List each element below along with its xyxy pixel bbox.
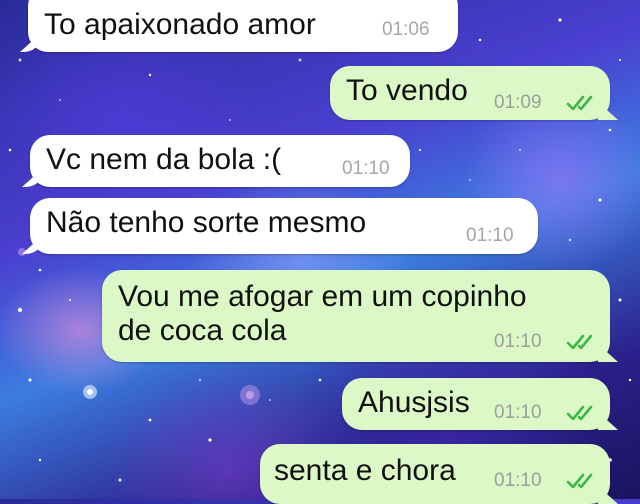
message-text: senta e chora xyxy=(274,454,456,487)
message-bubble-incoming[interactable]: Vc nem da bola :( 01:10 xyxy=(30,135,410,187)
message-time: 01:10 xyxy=(494,470,542,491)
message-text: Vc nem da bola :( xyxy=(46,143,282,176)
message-bubble-outgoing[interactable]: Ahusjsis 01:10 xyxy=(342,378,610,430)
message-bubble-incoming[interactable]: Não tenho sorte mesmo 01:10 xyxy=(30,198,538,254)
message-time: 01:09 xyxy=(494,92,542,113)
message-bubble-outgoing[interactable]: To vendo 01:09 xyxy=(330,66,610,120)
message-text: Vou me afogar em um copinho de coca cola xyxy=(118,280,527,347)
message-bubble-outgoing[interactable]: senta e chora 01:10 xyxy=(260,444,610,504)
message-text: To vendo xyxy=(346,74,468,107)
message-time: 01:10 xyxy=(494,331,542,352)
message-time: 01:10 xyxy=(466,225,514,246)
message-text: Não tenho sorte mesmo xyxy=(46,206,367,239)
double-check-icon xyxy=(566,405,593,421)
double-check-icon xyxy=(566,473,593,489)
message-time: 01:10 xyxy=(342,158,390,179)
message-time: 01:10 xyxy=(494,402,542,423)
message-text: To apaixonado amor xyxy=(44,8,316,41)
message-bubble-incoming[interactable]: To apaixonado amor 01:06 xyxy=(28,0,458,52)
message-text: Ahusjsis xyxy=(358,386,470,419)
message-time: 01:06 xyxy=(382,19,430,40)
double-check-icon xyxy=(566,95,593,111)
message-bubble-outgoing[interactable]: Vou me afogar em um copinho de coca cola… xyxy=(102,270,610,362)
double-check-icon xyxy=(566,334,593,350)
